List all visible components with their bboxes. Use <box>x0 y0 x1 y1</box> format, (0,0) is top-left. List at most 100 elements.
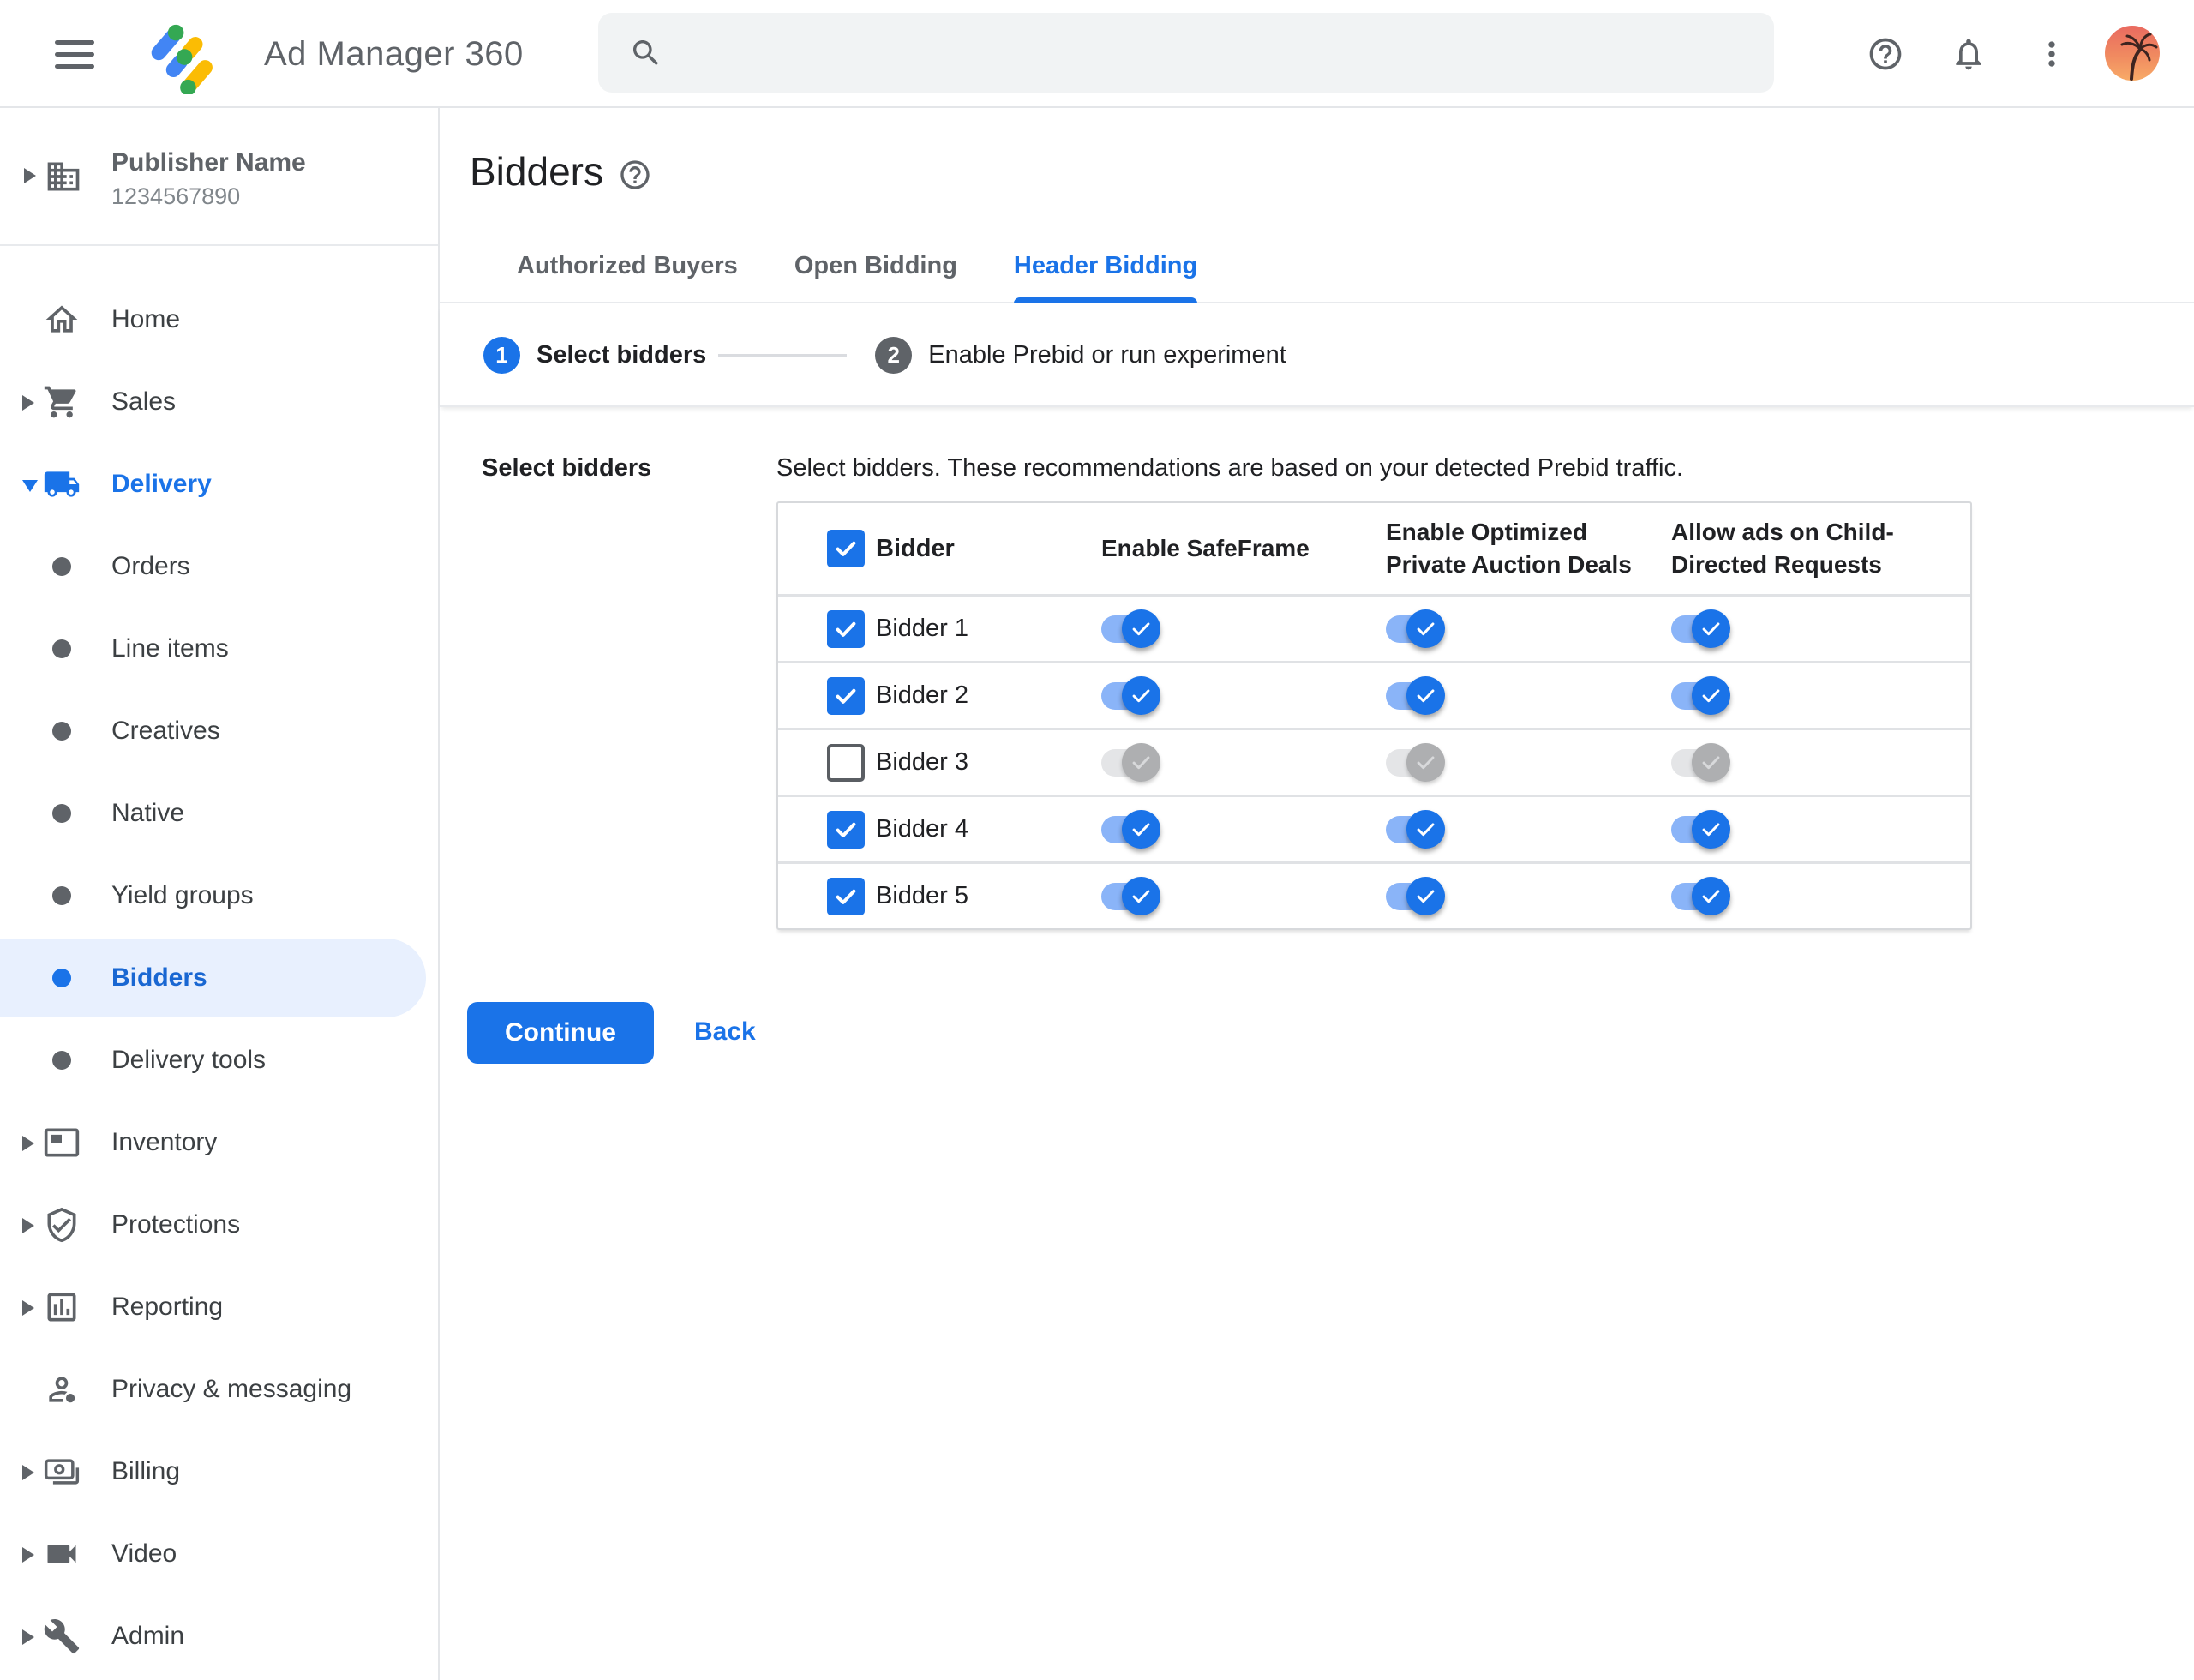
tab-authorized-buyers[interactable]: Authorized Buyers <box>517 231 738 303</box>
menu-icon[interactable] <box>55 40 94 69</box>
help-icon[interactable] <box>1867 35 1904 73</box>
step-1-indicator: 1 <box>483 337 520 374</box>
publisher-selector[interactable]: Publisher Name 1234567890 <box>0 108 438 246</box>
child-directed-toggle[interactable] <box>1671 809 1730 849</box>
tab-bar: Authorized Buyers Open Bidding Header Bi… <box>440 231 2194 303</box>
notifications-icon[interactable] <box>1950 35 1987 73</box>
sidebar-item-video[interactable]: Video <box>0 1513 438 1595</box>
chevron-down-icon <box>22 480 38 492</box>
row-checkbox[interactable] <box>827 877 865 915</box>
table-header-row: Bidder Enable SafeFrame Enable Optimized… <box>778 503 1970 594</box>
bullet-icon <box>52 886 71 905</box>
chevron-right-icon <box>22 1547 34 1563</box>
sidebar-item-yield-groups[interactable]: Yield groups <box>0 855 438 937</box>
publisher-id: 1234567890 <box>111 183 241 209</box>
sidebar-item-delivery-tools[interactable]: Delivery tools <box>0 1019 438 1101</box>
safeframe-toggle[interactable] <box>1101 809 1160 849</box>
sidebar-item-billing[interactable]: Billing <box>0 1431 438 1513</box>
chevron-right-icon <box>22 1629 34 1645</box>
bidder-name: Bidder 4 <box>876 815 969 843</box>
table-row: Bidder 1 <box>778 594 1970 661</box>
sidebar-item-delivery[interactable]: Delivery <box>0 443 438 525</box>
bullet-icon <box>52 1051 71 1070</box>
child-directed-toggle[interactable] <box>1671 609 1730 648</box>
publisher-name: Publisher Name <box>111 148 306 177</box>
bidder-name: Bidder 5 <box>876 882 969 909</box>
sidebar-item-line-items[interactable]: Line items <box>0 608 438 690</box>
chevron-right-icon <box>22 1300 34 1316</box>
select-all-checkbox[interactable] <box>827 530 865 567</box>
section-description: Select bidders. These recommendations ar… <box>776 454 1684 482</box>
tab-header-bidding[interactable]: Header Bidding <box>1013 231 1198 303</box>
search-icon <box>633 39 659 65</box>
bar-chart-icon <box>47 1293 76 1322</box>
sidebar-item-sales[interactable]: Sales <box>0 361 438 443</box>
sidebar-item-orders[interactable]: Orders <box>0 525 438 608</box>
app-title: Ad Manager 360 <box>264 35 524 73</box>
title-help-icon[interactable] <box>618 158 652 192</box>
page-title: Bidders <box>470 149 603 194</box>
sidebar-item-native[interactable]: Native <box>0 772 438 855</box>
table-row: Bidder 4 <box>778 795 1970 861</box>
chevron-right-icon <box>22 1136 34 1151</box>
sidebar-item-bidders[interactable]: Bidders <box>0 937 438 1019</box>
row-checkbox[interactable] <box>827 743 865 782</box>
sidebar-item-protections[interactable]: Protections <box>0 1184 438 1266</box>
child-directed-toggle[interactable] <box>1671 876 1730 915</box>
optimized-deals-toggle[interactable] <box>1386 876 1445 915</box>
chevron-right-icon <box>24 168 36 183</box>
child-directed-toggle[interactable] <box>1671 675 1730 715</box>
chevron-right-icon <box>22 1218 34 1233</box>
search-input[interactable] <box>684 38 1774 68</box>
tab-open-bidding[interactable]: Open Bidding <box>794 231 957 303</box>
optimized-deals-toggle[interactable] <box>1386 742 1445 782</box>
video-camera-icon <box>47 1545 76 1563</box>
continue-button[interactable]: Continue <box>467 1002 654 1064</box>
bullet-icon <box>52 639 71 658</box>
optimized-deals-toggle[interactable] <box>1386 675 1445 715</box>
bullet-icon <box>52 722 71 741</box>
top-app-bar: Ad Manager 360 <box>0 0 2194 108</box>
step-2-label: Enable Prebid or run experiment <box>928 341 1286 369</box>
step-1-label: Select bidders <box>537 341 707 369</box>
ad-manager-logo-icon <box>151 24 213 94</box>
table-row: Bidder 2 <box>778 661 1970 728</box>
sidebar-item-admin[interactable]: Admin <box>0 1595 438 1677</box>
sidebar-nav: Home Sales Delivery Orders Line items Cr… <box>0 248 438 1677</box>
search-bar[interactable] <box>598 13 1774 93</box>
row-checkbox[interactable] <box>827 676 865 715</box>
row-checkbox[interactable] <box>827 810 865 849</box>
more-options-icon[interactable] <box>2033 35 2071 73</box>
sidebar-item-inventory[interactable]: Inventory <box>0 1101 438 1184</box>
sidebar-item-reporting[interactable]: Reporting <box>0 1266 438 1348</box>
inventory-icon <box>44 1128 80 1157</box>
avatar[interactable] <box>2105 26 2160 81</box>
step-2-indicator: 2 <box>875 337 913 374</box>
optimized-deals-toggle[interactable] <box>1386 809 1445 849</box>
home-icon <box>45 305 78 333</box>
shield-check-icon <box>47 1207 76 1243</box>
person-badge-icon <box>49 1377 77 1405</box>
safeframe-toggle[interactable] <box>1101 876 1160 915</box>
chevron-right-icon <box>22 395 34 411</box>
optimized-deals-toggle[interactable] <box>1386 609 1445 648</box>
safeframe-toggle[interactable] <box>1101 675 1160 715</box>
child-directed-toggle[interactable] <box>1671 742 1730 782</box>
column-header-child-directed: Allow ads on Child- Directed Requests <box>1671 519 1894 578</box>
column-header-safeframe: Enable SafeFrame <box>1101 535 1310 561</box>
table-row: Bidder 5 <box>778 861 1970 928</box>
section-label: Select bidders <box>482 454 652 482</box>
sidebar-item-home[interactable]: Home <box>0 279 438 361</box>
table-row: Bidder 3 <box>778 728 1970 795</box>
bullet-icon <box>52 804 71 823</box>
back-button[interactable]: Back <box>694 1017 756 1047</box>
safeframe-toggle[interactable] <box>1101 742 1160 782</box>
building-icon <box>47 162 80 191</box>
main-content: Bidders Authorized Buyers Open Bidding H… <box>440 108 2194 1680</box>
row-checkbox[interactable] <box>827 609 865 648</box>
truck-icon <box>44 471 80 497</box>
safeframe-toggle[interactable] <box>1101 609 1160 648</box>
sidebar-item-privacy-messaging[interactable]: Privacy & messaging <box>0 1348 438 1431</box>
sidebar-item-creatives[interactable]: Creatives <box>0 690 438 772</box>
bidder-name: Bidder 2 <box>876 681 969 709</box>
